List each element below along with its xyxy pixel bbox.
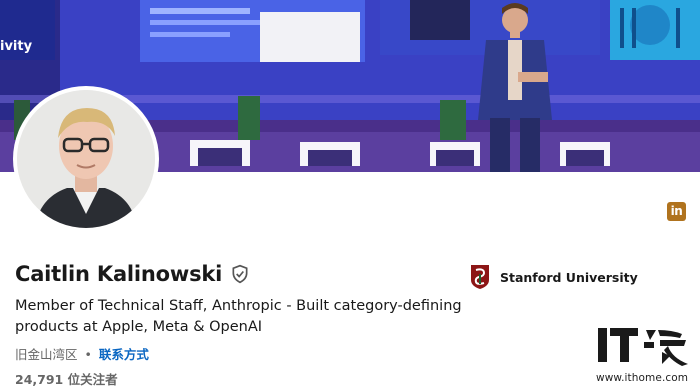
location-row: 旧金山湾区 • 联系方式 xyxy=(15,344,149,363)
stanford-logo-icon xyxy=(471,265,489,289)
linkedin-icon[interactable]: in xyxy=(667,202,686,221)
separator-dot: • xyxy=(84,347,92,362)
profile-avatar[interactable] xyxy=(13,86,159,232)
name-row: Caitlin Kalinowski xyxy=(15,262,250,286)
watermark-url: www.ithome.com xyxy=(596,372,689,384)
followers-count[interactable]: 24,791 位关注者 xyxy=(15,369,118,388)
verified-shield-icon[interactable] xyxy=(230,264,250,284)
profile-name: Caitlin Kalinowski xyxy=(15,262,223,286)
school-name: Stanford University xyxy=(500,269,638,285)
banner-screen-text: ivity xyxy=(0,39,33,54)
education-item[interactable]: Stanford University xyxy=(470,264,638,290)
avatar-photo xyxy=(17,90,155,228)
profile-location: 旧金山湾区 xyxy=(15,347,78,362)
profile-headline: Member of Technical Staff, Anthropic - B… xyxy=(15,298,462,335)
contact-info-link[interactable]: 联系方式 xyxy=(99,347,149,362)
